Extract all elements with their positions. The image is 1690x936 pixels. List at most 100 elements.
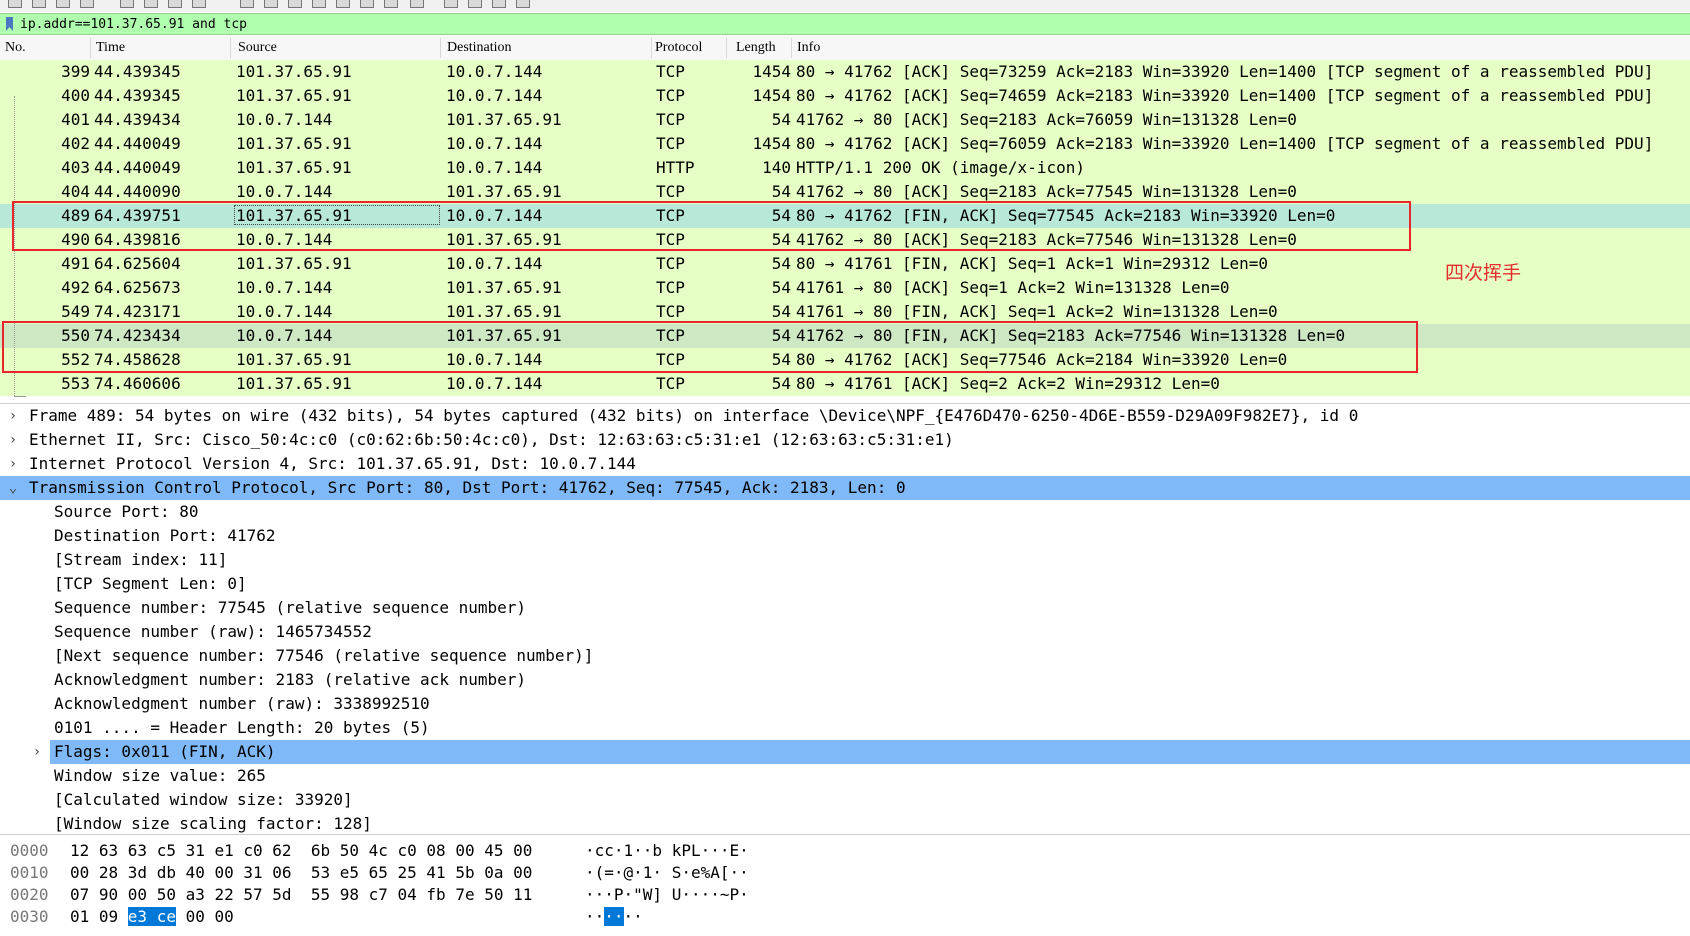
capture-options-icon[interactable] bbox=[80, 0, 94, 8]
packet-source: 101.37.65.91 bbox=[236, 374, 352, 393]
tree-item-tcp[interactable]: ⌄ Transmission Control Protocol, Src Port… bbox=[0, 476, 1690, 500]
normal-size-icon[interactable] bbox=[492, 0, 506, 8]
autoscroll-icon[interactable] bbox=[384, 0, 398, 8]
tree-item-field[interactable]: [Stream index: 11] bbox=[0, 548, 1690, 572]
tree-item-text: Sequence number: 77545 (relative sequenc… bbox=[54, 598, 527, 617]
tree-item-field[interactable]: Sequence number (raw): 1465734552 bbox=[0, 620, 1690, 644]
tree-item-ipv4[interactable]: › Internet Protocol Version 4, Src: 101.3… bbox=[0, 452, 1690, 476]
find-packet-icon[interactable] bbox=[240, 0, 254, 8]
packet-length: 1454 bbox=[752, 62, 791, 81]
packet-protocol: TCP bbox=[656, 134, 685, 153]
tree-item-frame[interactable]: › Frame 489: 54 bytes on wire (432 bits),… bbox=[0, 404, 1690, 428]
start-capture-icon[interactable] bbox=[8, 0, 22, 8]
tree-item-text: Flags: 0x011 (FIN, ACK) bbox=[54, 742, 276, 761]
col-header-source[interactable]: Source bbox=[238, 40, 277, 56]
tree-item-field[interactable]: 0101 .... = Header Length: 20 bytes (5) bbox=[0, 716, 1690, 740]
tree-item-flags[interactable]: › Flags: 0x011 (FIN, ACK) bbox=[33, 740, 1690, 764]
zoom-out-icon[interactable] bbox=[468, 0, 482, 8]
last-packet-icon[interactable] bbox=[360, 0, 374, 8]
packet-row[interactable]: 401 44.439434 10.0.7.144 101.37.65.91 TCP 54 4… bbox=[0, 108, 1690, 132]
go-forward-icon[interactable] bbox=[288, 0, 302, 8]
col-header-no[interactable]: No. bbox=[5, 40, 26, 56]
packet-row[interactable]: 492 64.625673 10.0.7.144 101.37.65.91 TCP 54 4… bbox=[0, 276, 1690, 300]
bytes-row[interactable]: 0020 07 90 00 50 a3 22 57 5d 55 98 c7 04… bbox=[0, 884, 1690, 906]
packet-row[interactable]: 403 44.440049 101.37.65.91 10.0.7.144 HTTP 14… bbox=[0, 156, 1690, 180]
expand-arrow-icon[interactable]: › bbox=[6, 404, 20, 428]
bytes-hex: 07 90 00 50 a3 22 57 5d 55 98 c7 04 fb 7… bbox=[70, 885, 533, 904]
packet-time: 44.439345 bbox=[94, 62, 181, 81]
close-file-icon[interactable] bbox=[168, 0, 182, 8]
column-divider[interactable] bbox=[791, 38, 792, 58]
bytes-offset: 0000 bbox=[10, 841, 49, 860]
col-header-info[interactable]: Info bbox=[797, 40, 820, 56]
tree-item-field[interactable]: Window size value: 265 bbox=[0, 764, 1690, 788]
bookmark-icon[interactable] bbox=[5, 16, 15, 32]
save-file-icon[interactable] bbox=[144, 0, 158, 8]
bytes-row[interactable]: 0010 00 28 3d db 40 00 31 06 53 e5 65 25… bbox=[0, 862, 1690, 884]
resize-columns-icon[interactable] bbox=[516, 0, 530, 8]
packet-source: 101.37.65.91 bbox=[236, 62, 352, 81]
packet-length: 54 bbox=[771, 278, 791, 297]
display-filter-input[interactable] bbox=[20, 15, 1680, 33]
collapse-arrow-icon[interactable]: ⌄ bbox=[6, 476, 20, 500]
tree-item-field[interactable]: Sequence number: 77545 (relative sequenc… bbox=[0, 596, 1690, 620]
packet-source: 101.37.65.91 bbox=[236, 86, 352, 105]
col-header-time[interactable]: Time bbox=[96, 40, 125, 56]
packet-destination: 10.0.7.144 bbox=[446, 86, 543, 105]
expand-arrow-icon[interactable]: › bbox=[30, 740, 44, 764]
column-divider[interactable] bbox=[440, 38, 441, 58]
packet-row[interactable]: 491 64.625604 101.37.65.91 10.0.7.144 TCP 54 8… bbox=[0, 252, 1690, 276]
bytes-ascii: ·(=·@·1· S·e%A[·· bbox=[585, 863, 749, 882]
open-file-icon[interactable] bbox=[120, 0, 134, 8]
col-header-length[interactable]: Length bbox=[736, 40, 776, 56]
packet-row[interactable]: 399 44.439345 101.37.65.91 10.0.7.144 TCP 145… bbox=[0, 60, 1690, 84]
tree-item-text: Source Port: 80 bbox=[54, 502, 199, 521]
bytes-offset: 0020 bbox=[10, 885, 49, 904]
packet-row[interactable]: 400 44.439345 101.37.65.91 10.0.7.144 TCP 145… bbox=[0, 84, 1690, 108]
bytes-hex-post: 00 00 bbox=[175, 907, 234, 926]
go-to-packet-icon[interactable] bbox=[312, 0, 326, 8]
tree-item-field[interactable]: [Calculated window size: 33920] bbox=[0, 788, 1690, 812]
packet-time: 44.440049 bbox=[94, 134, 181, 153]
tree-item-field[interactable]: Destination Port: 41762 bbox=[0, 524, 1690, 548]
zoom-in-icon[interactable] bbox=[444, 0, 458, 8]
tree-item-text: Internet Protocol Version 4, Src: 101.37… bbox=[29, 454, 636, 473]
expand-arrow-icon[interactable]: › bbox=[6, 452, 20, 476]
packet-destination: 101.37.65.91 bbox=[446, 110, 562, 129]
tree-item-text: [Window size scaling factor: 128] bbox=[54, 814, 372, 833]
col-header-destination[interactable]: Destination bbox=[447, 40, 512, 56]
packet-source: 10.0.7.144 bbox=[236, 110, 333, 129]
tree-item-field[interactable]: Acknowledgment number (raw): 3338992510 bbox=[0, 692, 1690, 716]
column-divider[interactable] bbox=[726, 38, 727, 58]
tree-item-field[interactable]: Source Port: 80 bbox=[0, 500, 1690, 524]
stop-capture-icon[interactable] bbox=[32, 0, 46, 8]
packet-protocol: TCP bbox=[656, 374, 685, 393]
packet-row[interactable]: 553 74.460606 101.37.65.91 10.0.7.144 TCP 54 8… bbox=[0, 372, 1690, 396]
tree-item-field[interactable]: [Next sequence number: 77546 (relative s… bbox=[0, 644, 1690, 668]
bytes-offset: 0010 bbox=[10, 863, 49, 882]
col-header-protocol[interactable]: Protocol bbox=[655, 40, 702, 56]
column-divider[interactable] bbox=[230, 38, 231, 58]
bytes-row[interactable]: 0030 01 09 e3 ce 00 00 ······ bbox=[0, 906, 1690, 928]
colorize-icon[interactable] bbox=[410, 0, 424, 8]
tree-item-field[interactable]: [TCP Segment Len: 0] bbox=[0, 572, 1690, 596]
column-divider[interactable] bbox=[90, 38, 91, 58]
highlight-box-fin-2 bbox=[2, 321, 1418, 373]
tree-item-text: Ethernet II, Src: Cisco_50:4c:c0 (c0:62:… bbox=[29, 430, 954, 449]
packet-length: 54 bbox=[771, 254, 791, 273]
restart-capture-icon[interactable] bbox=[56, 0, 70, 8]
packet-row[interactable]: 402 44.440049 101.37.65.91 10.0.7.144 TCP 145… bbox=[0, 132, 1690, 156]
packet-info: 41761 → 80 [ACK] Seq=1 Ack=2 Win=131328 … bbox=[796, 278, 1230, 297]
bytes-row[interactable]: 0000 12 63 63 c5 31 e1 c0 62 6b 50 4c c0… bbox=[0, 840, 1690, 862]
column-divider[interactable] bbox=[651, 38, 652, 58]
bytes-hex-pre: 01 09 bbox=[70, 907, 128, 926]
tree-item-field[interactable]: [Window size scaling factor: 128] bbox=[0, 812, 1690, 833]
go-back-icon[interactable] bbox=[264, 0, 278, 8]
packet-protocol: HTTP bbox=[656, 158, 695, 177]
tree-item-field[interactable]: Acknowledgment number: 2183 (relative ac… bbox=[0, 668, 1690, 692]
tree-item-ethernet[interactable]: › Ethernet II, Src: Cisco_50:4c:c0 (c0:62… bbox=[0, 428, 1690, 452]
first-packet-icon[interactable] bbox=[336, 0, 350, 8]
expand-arrow-icon[interactable]: › bbox=[6, 428, 20, 452]
bytes-ascii-post: ·· bbox=[623, 907, 643, 926]
reload-file-icon[interactable] bbox=[192, 0, 206, 8]
